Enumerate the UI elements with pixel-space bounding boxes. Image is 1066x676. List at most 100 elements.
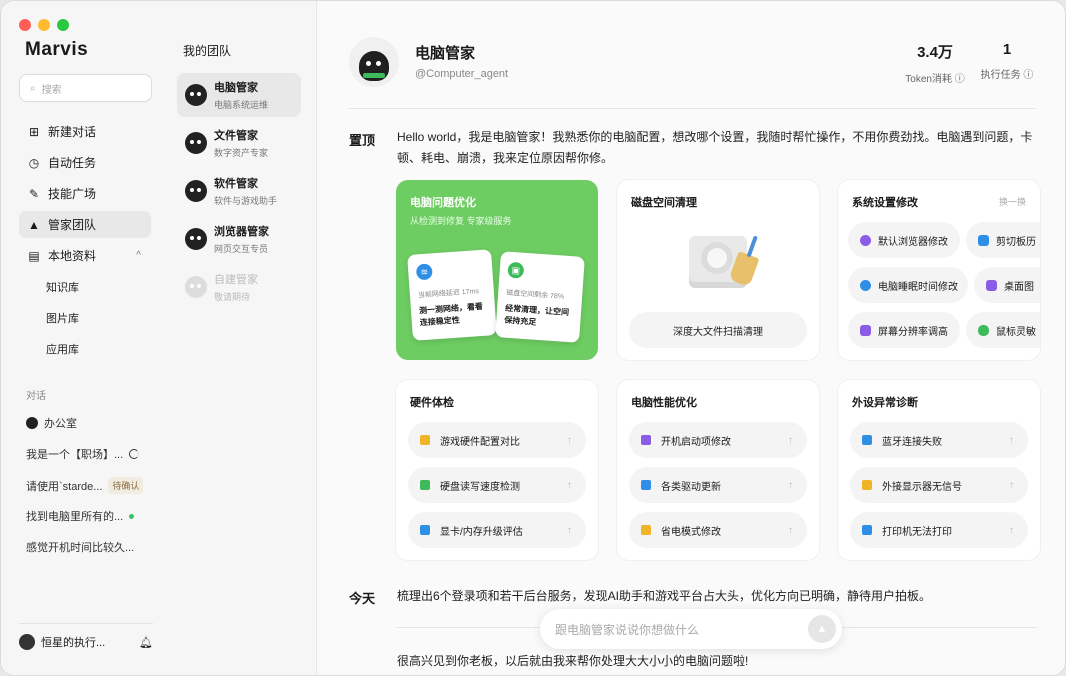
bluetooth-icon [862, 435, 872, 445]
driver-icon [641, 480, 651, 490]
search-input[interactable]: ⌕ 搜索 [19, 74, 152, 102]
close-window-button[interactable] [19, 19, 31, 31]
unread-dot-icon [129, 513, 135, 519]
chevron-up-icon[interactable]: ^ [136, 250, 141, 261]
agent-desc: 敬请期待 [214, 292, 251, 302]
action-row[interactable]: 游戏硬件配置对比 ↑ [408, 422, 586, 458]
task-value: 1 [1002, 41, 1012, 58]
settings-chip[interactable]: 屏幕分辨率调高 [848, 312, 960, 348]
office-item[interactable]: 办公室 [26, 415, 146, 431]
team-panel: 我的团队 电脑管家 电脑系统运维 文件管家 数字资产专家 软件管家 软件与游戏助手 浏… [163, 1, 317, 675]
card-problem-optimize[interactable]: 电脑问题优化 从检测到修复 专家级服务 ≋ 当前网络延迟 17ms 测一测网络，… [396, 180, 598, 360]
settings-chip[interactable]: 默认浏览器修改 [848, 222, 960, 258]
chat-input[interactable]: 跟电脑管家说说你想做什么 ▲ [540, 609, 842, 649]
nav-label: 自动任务 [48, 156, 97, 170]
divider [349, 108, 1035, 109]
info-icon[interactable]: ⓘ [955, 74, 965, 85]
user-bar[interactable]: 恒星的执行... 🔔︎ [19, 623, 153, 650]
row-label: 硬盘读写速度检测 [440, 481, 520, 493]
settings-chip[interactable]: 剪切板历 [966, 222, 1040, 258]
nav-apps[interactable]: 应用库 [46, 341, 79, 357]
search-placeholder: 搜索 [41, 84, 62, 96]
disk-icon: ▣ [507, 261, 525, 279]
deep-scan-button[interactable]: 深度大文件扫描清理 [629, 312, 807, 348]
pinned-message: Hello world，我是电脑管家！我熟悉你的电脑配置，想改哪个设置，我随时帮… [397, 130, 1033, 165]
arrow-up-icon: ↑ [788, 524, 793, 536]
disk-space-card[interactable]: ▣ 磁盘空间剩余 78% 经常清理，让空间保持充足 [495, 251, 585, 343]
agent-computer[interactable]: 电脑管家 电脑系统运维 [177, 73, 301, 117]
nav-images[interactable]: 图片库 [46, 310, 79, 326]
agent-browser[interactable]: 浏览器管家 网页交互专员 [177, 217, 301, 261]
action-row[interactable]: 显卡/内存升级评估 ↑ [408, 512, 586, 548]
card-hardware-check: 硬件体检 游戏硬件配置对比 ↑ 硬盘读写速度检测 ↑ 显卡/内存升级评估 ↑ [396, 380, 598, 560]
info-icon[interactable]: ⓘ [1023, 70, 1033, 81]
card-subtitle: 从检测到修复 专家级服务 [410, 216, 512, 226]
nav-knowledge[interactable]: 知识库 [46, 279, 79, 295]
agent-mascot-icon [185, 228, 207, 250]
wrench-icon: ✎ [28, 186, 40, 201]
action-row[interactable]: 省电模式修改 ↑ [629, 512, 807, 548]
task-label: 执行任务 [980, 70, 1021, 81]
agent-mascot-icon [185, 132, 207, 154]
row-label: 打印机无法打印 [882, 526, 952, 538]
document-icon: ▤ [28, 248, 40, 263]
card-title: 电脑性能优化 [631, 397, 697, 409]
nav-team[interactable]: ▲ 管家团队 [19, 211, 151, 238]
agent-avatar [349, 37, 399, 87]
agent-handle: @Computer_agent [415, 68, 509, 80]
card-performance: 电脑性能优化 开机启动项修改 ↑ 各类驱动更新 ↑ 省电模式修改 ↑ [617, 380, 819, 560]
row-label: 外接显示器无信号 [882, 481, 962, 493]
settings-chip[interactable]: 鼠标灵敏 [966, 312, 1040, 348]
action-row[interactable]: 硬盘读写速度检测 ↑ [408, 467, 586, 503]
chip-label: 屏幕分辨率调高 [878, 326, 948, 338]
network-test-card[interactable]: ≋ 当前网络延迟 17ms 测一测网络，看看连接稳定性 [407, 249, 497, 341]
task-stat: 1 执行任务 ⓘ [975, 41, 1039, 81]
card-title: 磁盘空间清理 [631, 197, 697, 209]
startup-icon [641, 435, 651, 445]
action-row[interactable]: 打印机无法打印 ↑ [850, 512, 1028, 548]
agent-software[interactable]: 软件管家软件与游戏助手 [177, 169, 301, 213]
search-icon: ⌕ [30, 82, 36, 94]
gamepad-icon [420, 435, 430, 445]
minimize-window-button[interactable] [38, 19, 50, 31]
maximize-window-button[interactable] [57, 19, 69, 31]
nav-new-chat[interactable]: ⊞ 新建对话 [19, 118, 151, 145]
agent-name: 文件管家 [214, 130, 258, 142]
action-row[interactable]: 各类驱动更新 ↑ [629, 467, 807, 503]
conversation-item[interactable]: 感觉开机时间比较久... [26, 539, 146, 555]
card-title: 电脑问题优化 [410, 197, 476, 209]
action-row[interactable]: 开机启动项修改 ↑ [629, 422, 807, 458]
send-button[interactable]: ▲ [808, 615, 836, 643]
conversation-item[interactable]: 我是一个【职场】... [26, 446, 146, 462]
chip-label: 桌面图 [1004, 281, 1034, 293]
conversation-item[interactable]: 请使用`starde... 待确认 [26, 477, 146, 494]
nav-skills[interactable]: ✎ 技能广场 [19, 180, 151, 207]
nav-local-files[interactable]: ▤ 本地资料 ^ [19, 242, 151, 269]
plus-square-icon: ⊞ [28, 124, 40, 139]
agent-mascot-icon [185, 276, 207, 298]
conversation-item[interactable]: 找到电脑里所有的... [26, 508, 146, 524]
battery-icon [641, 525, 651, 535]
chip-label: 剪切板历 [996, 236, 1036, 248]
settings-chip[interactable]: 桌面图 [974, 267, 1040, 303]
arrow-up-icon: ↑ [788, 434, 793, 446]
pinned-label: 置顶 [349, 133, 376, 148]
nav-auto-tasks[interactable]: ◷ 自动任务 [19, 149, 151, 176]
bell-icon[interactable]: 🔔︎ [139, 636, 153, 649]
agent-mascot-icon [185, 84, 207, 106]
agent-files[interactable]: 文件管家 数字资产专家 [177, 121, 301, 165]
settings-chip[interactable]: 电脑睡眠时间修改 [848, 267, 968, 303]
network-latency: 当前网络延迟 17ms [417, 288, 480, 300]
app-window: Marvis ⌕ 搜索 ⊞ 新建对话 ◷ 自动任务 ✎ 技能广场 ▲ 管家团队 ▤ 本地资… [0, 0, 1066, 676]
action-row[interactable]: 外接显示器无信号 ↑ [850, 467, 1028, 503]
avatar[interactable] [19, 634, 35, 650]
office-icon [26, 417, 38, 429]
loading-spinner-icon [129, 449, 140, 459]
shuffle-button[interactable]: 换一换 [999, 195, 1026, 208]
action-row[interactable]: 蓝牙连接失败 ↑ [850, 422, 1028, 458]
agent-desc: 软件与游戏助手 [214, 196, 278, 206]
agent-name: 软件管家 [214, 178, 258, 190]
card-disk-cleanup[interactable]: 磁盘空间清理 深度大文件扫描清理 [617, 180, 819, 360]
window-controls [19, 19, 69, 31]
conversation-text: 请使用`starde... [26, 480, 103, 493]
